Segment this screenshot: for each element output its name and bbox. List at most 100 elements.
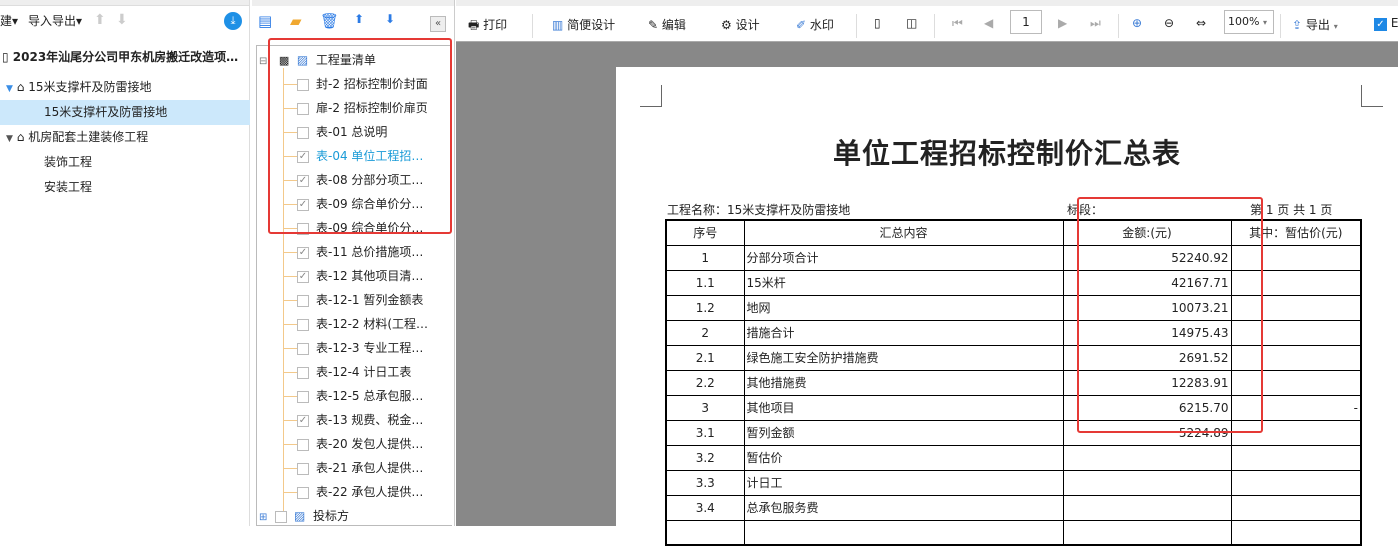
move-up-icon[interactable]: ⬆ (354, 12, 364, 26)
edit-icon: ✎ (648, 18, 659, 32)
expand-icon[interactable]: ▼ (6, 134, 13, 144)
checkbox[interactable] (297, 462, 309, 475)
table-cell: 地网 (743, 294, 1064, 321)
tree-item[interactable]: 表-12-2 材料(工程… (297, 312, 428, 336)
tree-item[interactable]: 表-12-1 暂列金额表 (297, 288, 423, 312)
page-input[interactable]: 1 (1010, 10, 1042, 34)
table-row: 3.2 暂估价 (665, 444, 1362, 471)
tree-item[interactable]: 表-21 承包人提供… (297, 456, 423, 480)
table-cell: 措施合计 (743, 319, 1064, 346)
report-viewer: 🖶 打印 ▥ 简便设计 ✎ 编辑 ⚙ 设计 ✐ 水印 ▯ ◫ ⏮ ◀ 1 ▶ ⏭… (456, 0, 1398, 546)
tree-node[interactable]: 安装工程 (0, 175, 250, 200)
design-icon: ⚙ (721, 18, 732, 32)
table-cell: 计日工 (743, 469, 1064, 496)
last-page-icon[interactable]: ⏭ (1090, 16, 1101, 31)
design-button[interactable]: ⚙ 设计 (721, 16, 760, 33)
tree-item[interactable]: ✓ 表-12 其他项目清… (297, 264, 423, 288)
project-name: 工程名称：15米支撑杆及防雷接地 (667, 203, 851, 217)
report-title: 单位工程招标控制价汇总表 (832, 137, 1181, 170)
checkbox[interactable] (297, 390, 309, 403)
zoom-out-icon[interactable]: ⊖ (1164, 16, 1174, 30)
zoom-select[interactable]: 100% ▾ (1224, 10, 1274, 34)
import-export-dropdown[interactable]: 导入导出▾ (28, 12, 82, 29)
tree-node-selected[interactable]: 15米支撑杆及防雷接地 (0, 100, 250, 125)
export-button[interactable]: ⇪ 导出 ▾ (1292, 16, 1338, 33)
prev-page-icon[interactable]: ◀ (984, 16, 993, 30)
add-folder-icon[interactable]: ▰ (290, 12, 302, 30)
checkbox[interactable]: ✓ (297, 246, 309, 259)
tree-item-label: 表-12 其他项目清… (316, 269, 424, 283)
tree-node[interactable]: 装饰工程 (0, 150, 250, 175)
tree-item[interactable]: 表-20 发包人提供… (297, 432, 423, 456)
home-icon: ⌂ (16, 80, 25, 94)
tree-item[interactable]: 表-12-4 计日工表 (297, 360, 411, 384)
project-root[interactable]: ▯ 2023年汕尾分公司甲东机房搬迁改造项… (0, 45, 250, 70)
tree-item[interactable]: 表-12-5 总承包服… (297, 384, 423, 408)
download-icon[interactable]: ⤓ (224, 12, 242, 30)
checkbox[interactable] (297, 294, 309, 307)
checkbox[interactable] (297, 366, 309, 379)
collapse-panel-button[interactable]: « (430, 16, 446, 32)
edit-button[interactable]: ✎ 编辑 (648, 16, 686, 33)
collapse-icon[interactable]: ⊟ (259, 56, 267, 67)
table-row: 3.3 计日工 (665, 469, 1362, 496)
tree-item-label: 表-11 总价措施项… (316, 245, 424, 259)
building-icon: ▯ (2, 50, 13, 64)
tree-item-label: 表-13 规费、税金… (316, 413, 424, 427)
table-row: 3.4 总承包服务费 (665, 494, 1362, 521)
table-cell: 2.1 (665, 344, 745, 371)
tree-node[interactable]: ▼ ⌂ 15米支撑杆及防雷接地 (0, 75, 250, 100)
tree-node-bidder[interactable]: ⊞ ▨ 投标方 (259, 504, 349, 528)
tree-item[interactable]: ✓ 表-13 规费、税金… (297, 408, 423, 432)
move-up-icon[interactable]: ⬆ (94, 12, 106, 28)
highlight-box (268, 38, 452, 234)
zoom-in-icon[interactable]: ⊕ (1132, 16, 1142, 30)
table-cell (1062, 444, 1232, 471)
checkbox[interactable] (297, 342, 309, 355)
add-report-icon[interactable]: ▤ (258, 12, 272, 30)
checkbox[interactable] (275, 510, 288, 523)
checkbox[interactable] (297, 318, 309, 331)
move-down-icon[interactable]: ⬇ (385, 12, 395, 26)
watermark-button[interactable]: ✐ 水印 (796, 16, 834, 33)
table-cell: 总承包服务费 (743, 494, 1064, 521)
expand-icon[interactable]: ⊞ (259, 512, 267, 523)
excel-checkbox[interactable]: ✓ E (1374, 16, 1398, 31)
fit-width-icon[interactable]: ⇔ (1196, 16, 1206, 30)
table-cell (1230, 519, 1362, 546)
table-cell: 1 (665, 244, 745, 271)
home-icon: ⌂ (16, 130, 25, 144)
move-down-icon[interactable]: ⬇ (116, 12, 128, 28)
checkbox[interactable] (297, 438, 309, 451)
table-cell: 2.2 (665, 369, 745, 396)
table-cell: 3.2 (665, 444, 745, 471)
two-page-icon[interactable]: ◫ (906, 16, 917, 30)
table-cell: 其他措施费 (743, 369, 1064, 396)
expand-icon[interactable]: ▼ (6, 84, 13, 94)
report-tree-panel: ▤ ▰ 🗑 ⬆ ⬇ « ⊟ ▩ ▨ 工程量清单 封-2 招标控制价封面 扉-2 招… (252, 0, 455, 526)
table-cell: 3 (665, 394, 745, 421)
checkbox[interactable] (297, 486, 309, 499)
checkbox[interactable]: ✓ (297, 270, 309, 283)
table-cell: 15米杆 (743, 269, 1064, 296)
checkbox[interactable]: ✓ (297, 414, 309, 427)
tree-item[interactable]: ✓ 表-11 总价措施项… (297, 240, 423, 264)
tree-item-label: 表-20 发包人提供… (316, 437, 424, 451)
table-cell: 暂列金额 (743, 419, 1064, 446)
table-cell (665, 519, 745, 546)
table-cell: 3.3 (665, 469, 745, 496)
delete-icon[interactable]: 🗑 (320, 12, 339, 30)
viewer-toolbar: 🖶 打印 ▥ 简便设计 ✎ 编辑 ⚙ 设计 ✐ 水印 ▯ ◫ ⏮ ◀ 1 ▶ ⏭… (456, 0, 1398, 42)
margin-mark (640, 85, 662, 107)
tree-node[interactable]: ▼ ⌂ 机房配套土建装修工程 (0, 125, 250, 150)
single-page-icon[interactable]: ▯ (874, 16, 881, 30)
simple-design-button[interactable]: ▥ 简便设计 (552, 16, 615, 33)
header-cell: 汇总内容 (743, 219, 1064, 246)
new-dropdown[interactable]: 建▾ (0, 12, 18, 29)
tree-item[interactable]: 表-12-3 专业工程… (297, 336, 423, 360)
first-page-icon[interactable]: ⏮ (952, 16, 963, 31)
next-page-icon[interactable]: ▶ (1058, 16, 1067, 30)
table-cell (1230, 494, 1362, 521)
tree-item[interactable]: 表-22 承包人提供… (297, 480, 423, 504)
print-button[interactable]: 🖶 打印 (468, 16, 507, 37)
